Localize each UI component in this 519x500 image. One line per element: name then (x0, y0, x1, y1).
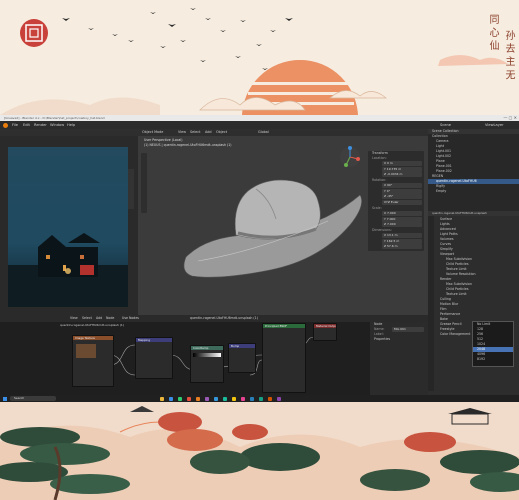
dimensions-y-field[interactable]: Y 162.5 m (382, 238, 422, 244)
texture-thumbnail (76, 344, 96, 358)
location-y-field[interactable]: Y 19.735 m (382, 166, 422, 172)
calligraphy-left: 同 心 仙 (487, 14, 498, 51)
taskbar-app-icon[interactable] (223, 396, 227, 401)
windows-taskbar: Search (0, 395, 519, 402)
calligraphy-right: 孙 去 主 无 (503, 30, 514, 80)
taskbar-app-icon[interactable] (169, 396, 173, 401)
dropdown-option[interactable]: 8192 (473, 357, 513, 362)
wallpaper-bottom (0, 402, 519, 500)
viewport-menu-view[interactable]: View (178, 129, 186, 136)
taskbar-app-icon[interactable] (268, 396, 272, 401)
wallpaper-top-art (0, 8, 508, 115)
rotation-mode-select[interactable]: XYZ Euler (382, 200, 422, 205)
image-editor-panel (0, 129, 138, 315)
wallpaper-top: 同 心 仙 孙 去 主 无 (0, 0, 519, 115)
viewport-menu-object[interactable]: Object (216, 129, 227, 136)
menu-window[interactable]: Window (50, 121, 64, 129)
outliner-item[interactable]: Empty (428, 189, 519, 194)
node-name-field[interactable]: Mix.001 (392, 327, 424, 332)
taskbar-app-icon[interactable] (196, 396, 200, 401)
image-editor-header (0, 129, 138, 136)
scale-y-field[interactable]: Y 7.000 (382, 216, 422, 222)
scale-label: Scale: (372, 206, 382, 210)
taskbar-search[interactable]: Search (10, 396, 56, 401)
taskbar-app-icon[interactable] (277, 396, 281, 401)
image-tool-strip[interactable] (128, 169, 134, 209)
blender-window: [Unsaved] - Blender 4.x - D:\Blender\hat… (0, 115, 519, 395)
seal-logo (20, 19, 48, 47)
viewport-menu-select[interactable]: Select (190, 129, 200, 136)
wallpaper-bottom-art (0, 402, 519, 500)
n-panel: Transform Location: X 0 m Y 19.735 m Z -… (368, 151, 424, 251)
properties-editor: quentin-rogenel-UtoFHU6mdt-unsplash Surf… (428, 211, 519, 395)
hat-mesh[interactable] (178, 169, 368, 289)
principled-bsdf-node[interactable]: Principled BSDF (262, 323, 306, 393)
location-x-field[interactable]: X 0 m (382, 161, 422, 166)
rotation-y-field[interactable]: Y 0° (382, 188, 422, 194)
menu-render[interactable]: Render (34, 121, 47, 129)
reference-image-art (8, 233, 128, 307)
taskbar-app-icon[interactable] (178, 396, 182, 401)
taskbar-app-icon[interactable] (205, 396, 209, 401)
viewport-header: Object Mode View Select Add Object Globa… (138, 129, 428, 136)
material-output-node[interactable]: Material Output (313, 323, 337, 341)
texture-limit-dropdown[interactable]: No Limit 128 256 512 1024 2048 4096 8192 (472, 321, 514, 367)
menu-help[interactable]: Help (67, 121, 75, 129)
properties-tab-strip[interactable] (428, 216, 434, 391)
menu-bar: File Edit Render Window Help LayoutModel… (0, 121, 519, 139)
tool-shelf[interactable] (141, 153, 147, 213)
scale-x-field[interactable]: X 7.000 (382, 211, 422, 216)
scale-z-field[interactable]: Z 7.000 (382, 222, 422, 227)
3d-viewport[interactable]: Object Mode View Select Add Object Globa… (138, 129, 428, 315)
shader-node-editor[interactable]: View Select Add Node Use Nodes quentin-r… (0, 315, 428, 395)
reference-image[interactable] (8, 147, 128, 307)
rotation-x-field[interactable]: X 90° (382, 183, 422, 188)
viewport-info-object: (1) NEXUS | quentin-rogenel-UtoFHU6mdt-u… (144, 143, 232, 147)
color-ramp-node[interactable]: ColorRamp (190, 345, 224, 383)
navigation-gizmo[interactable] (338, 145, 362, 169)
view-layer-selector[interactable]: ViewLayer (485, 121, 504, 129)
outliner: Scene Collection Collection Camera Light… (428, 129, 519, 211)
windows-start-icon[interactable] (3, 396, 7, 401)
blender-logo-icon[interactable] (3, 122, 8, 128)
color-ramp-gradient[interactable] (193, 353, 221, 357)
node-side-panel: Node Name: Mix.001 Label: Properties (370, 322, 428, 395)
scene-selector[interactable]: Scene (440, 121, 451, 129)
mapping-node[interactable]: Mapping (135, 337, 173, 379)
mode-selector[interactable]: Object Mode (142, 129, 163, 136)
taskbar-app-icon[interactable] (187, 396, 191, 401)
properties-header: quentin-rogenel-UtoFHU6mdt-unsplash (428, 211, 519, 216)
taskbar-app-icon[interactable] (232, 396, 236, 401)
viewport-menu-add[interactable]: Add (205, 129, 212, 136)
taskbar-app-icon[interactable] (241, 396, 245, 401)
dimensions-x-field[interactable]: X 13.1 m (382, 233, 422, 238)
taskbar-app-icon[interactable] (160, 396, 164, 401)
dimensions-z-field[interactable]: Z 57.6 m (382, 244, 422, 249)
search-placeholder: Search (14, 396, 25, 400)
transform-orientation[interactable]: Global (258, 129, 269, 136)
taskbar-app-icon[interactable] (250, 396, 254, 401)
taskbar-app-icon[interactable] (214, 396, 218, 401)
taskbar-app-icon[interactable] (259, 396, 263, 401)
node-properties-section[interactable]: Properties (370, 337, 428, 342)
menu-file[interactable]: File (12, 121, 18, 129)
viewport-info-perspective: User Perspective (Local) (144, 138, 183, 142)
rotation-z-field[interactable]: Z -45° (382, 194, 422, 199)
image-texture-node[interactable]: Image Texture (72, 335, 114, 387)
location-z-field[interactable]: Z -0.0034 m (382, 172, 422, 177)
bump-node[interactable]: Bump (228, 343, 256, 373)
menu-edit[interactable]: Edit (23, 121, 30, 129)
